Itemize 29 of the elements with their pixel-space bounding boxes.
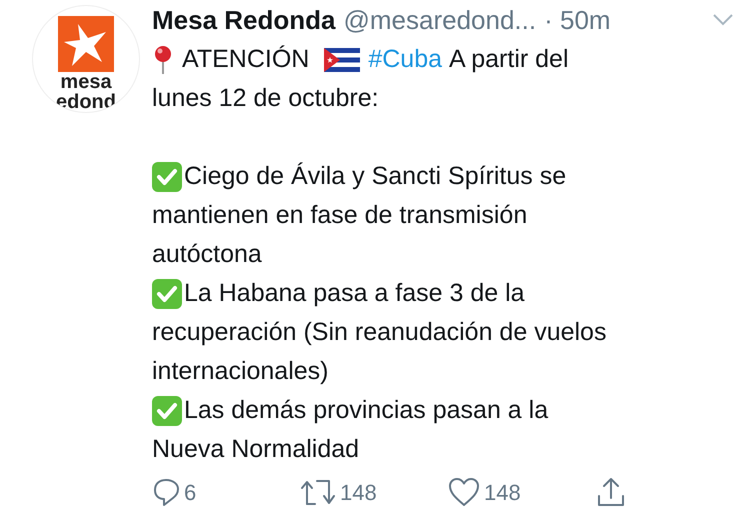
account-name[interactable]: Mesa Redonda: [152, 0, 336, 40]
checkmark-icon: [152, 162, 182, 192]
checkmark-icon: [152, 278, 182, 308]
heart-icon[interactable]: [448, 477, 480, 507]
list-item-text: Las demás provincias pasan a la: [184, 395, 548, 426]
tweet-text: A partir del: [449, 44, 569, 75]
reply-icon[interactable]: [152, 477, 180, 507]
list-item-text: La Habana pasa a fase 3 de la: [184, 278, 525, 309]
retweet-icon[interactable]: [300, 478, 336, 506]
share-icon[interactable]: [596, 476, 626, 508]
action-count: 148: [484, 478, 521, 506]
list-item-text: Ciego de Ávila y Sancti Spíritus se: [184, 161, 566, 192]
action-count: 6: [184, 478, 196, 506]
list-item-text: Nueva Normalidad: [152, 434, 360, 465]
action-count: 148: [340, 478, 377, 506]
list-item-text: autóctona: [152, 239, 262, 270]
hashtag-link[interactable]: #Cuba: [368, 40, 442, 79]
logo-text: mesa: [60, 72, 112, 92]
checkmark-icon: [152, 396, 182, 426]
star-logo-icon: [58, 16, 114, 72]
tweet-text: ATENCIÓN: [182, 44, 310, 75]
list-item-text: mantienen en fase de transmisión: [152, 200, 528, 231]
tweet-time[interactable]: · 50m: [544, 0, 611, 40]
list-item-text: recuperación (Sin reanudación de vuelos: [152, 317, 606, 348]
account-handle[interactable]: @mesaredond...: [344, 0, 536, 40]
tweet-text: lunes 12 de octubre:: [152, 83, 379, 114]
flag-icon: [324, 48, 360, 72]
pin-icon: [152, 44, 174, 74]
list-item-text: internacionales): [152, 356, 328, 387]
